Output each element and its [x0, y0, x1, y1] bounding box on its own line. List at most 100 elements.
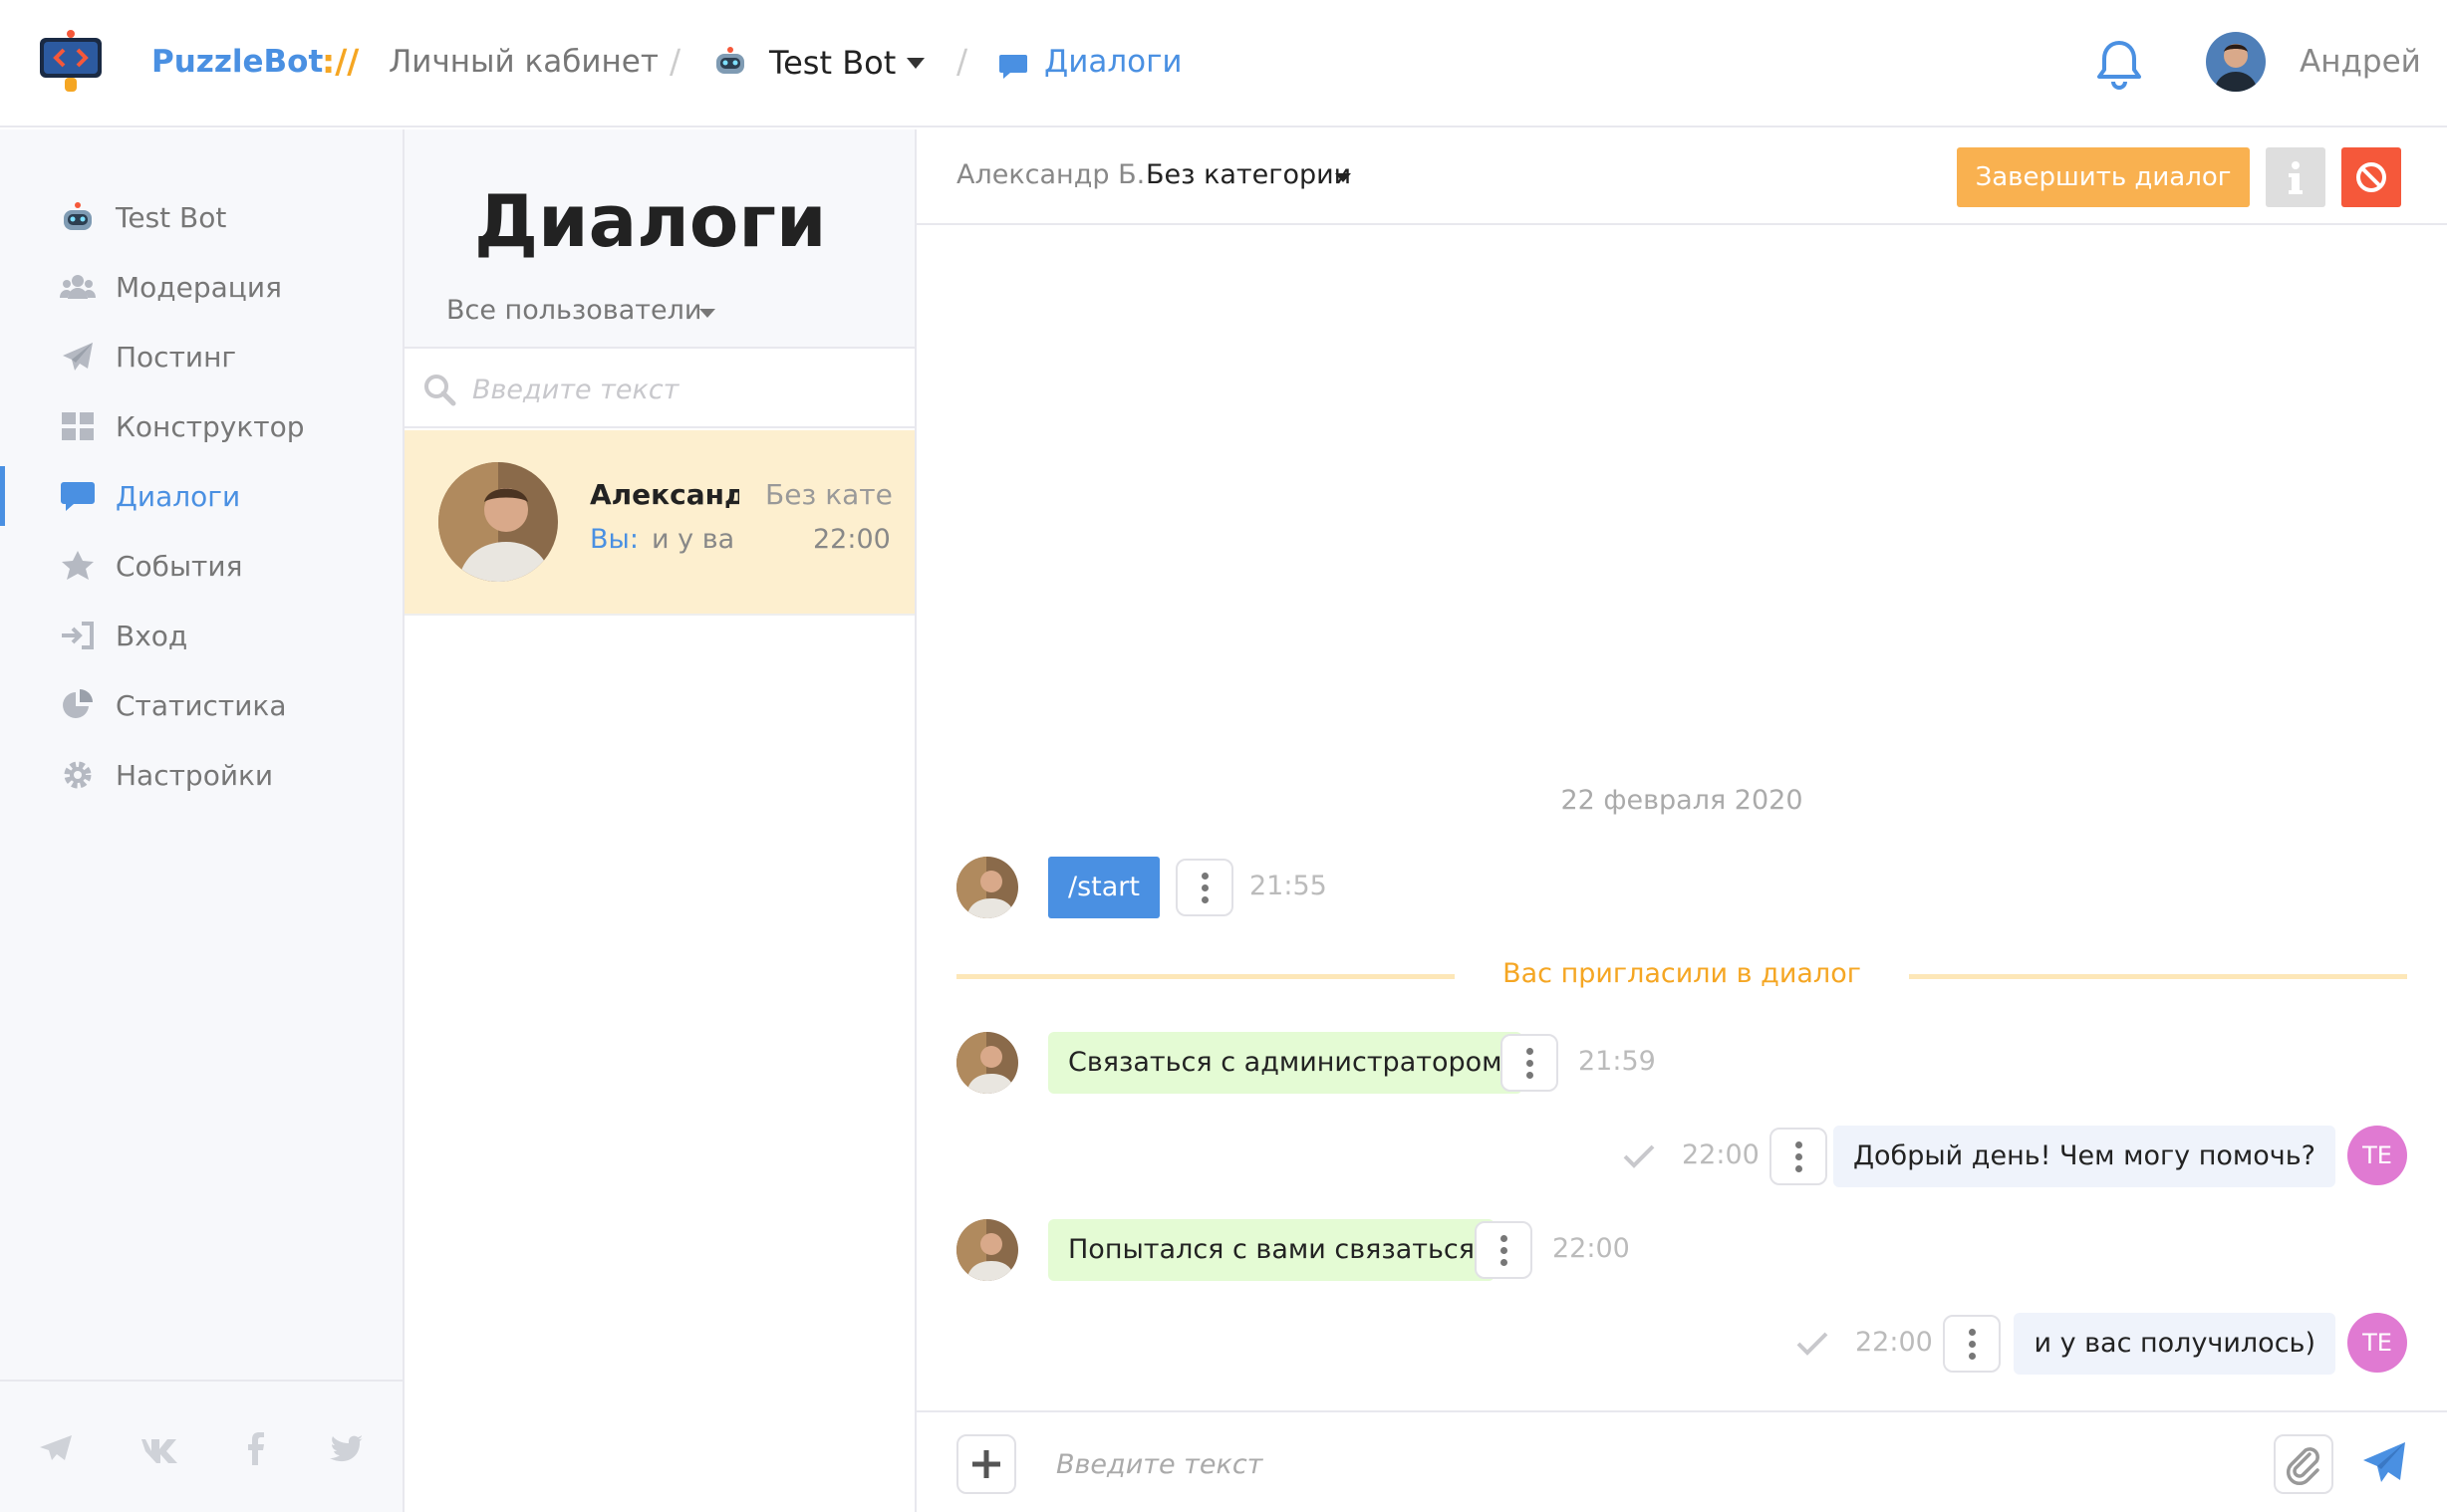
message-time: 21:55 — [1249, 871, 1327, 901]
avatar — [438, 462, 558, 582]
avatar — [956, 1032, 1018, 1094]
message-composer — [917, 1410, 2447, 1512]
message-bubble[interactable]: Связаться с администратором — [1048, 1032, 1522, 1094]
breadcrumb-slash: / — [956, 42, 968, 81]
dialog-list-header: Диалоги Все пользователи — [405, 129, 915, 349]
app-root: PuzzleBot :// Личный кабинет / Test Bot … — [0, 0, 2447, 1512]
message-time: 22:00 — [1552, 1233, 1630, 1264]
dialog-last-message: и у вас получилось) — [652, 524, 733, 555]
info-button[interactable] — [2266, 147, 2325, 207]
message-bubble[interactable]: /start — [1048, 857, 1160, 918]
paper-plane-icon — [63, 343, 93, 371]
breadcrumb-slash: / — [670, 42, 681, 81]
gear-icon — [64, 761, 92, 789]
robot-icon — [716, 47, 744, 74]
message-time: 22:00 — [1855, 1327, 1933, 1358]
top-header: PuzzleBot :// Личный кабинет / Test Bot … — [0, 0, 2447, 127]
sidebar-item-posting[interactable]: Постинг — [0, 327, 403, 386]
bell-icon[interactable] — [2094, 38, 2144, 92]
sign-in-icon — [62, 622, 94, 649]
user-filter-dropdown[interactable]: Все пользователи — [446, 295, 701, 326]
message-menu-button[interactable] — [1943, 1315, 2001, 1373]
chat-panel: Александр Б. Без категории Завершить диа… — [917, 129, 2447, 1512]
user-avatar[interactable] — [2206, 32, 2266, 92]
facebook-icon[interactable] — [245, 1431, 265, 1465]
telegram-icon[interactable] — [38, 1431, 74, 1465]
chat-icon — [999, 55, 1027, 79]
breadcrumb-cabinet[interactable]: Личный кабинет — [389, 44, 659, 80]
chevron-down-icon[interactable] — [1335, 173, 1351, 182]
dialog-user-name: Александр Б. — [590, 478, 739, 511]
message-menu-button[interactable] — [1769, 1128, 1827, 1185]
message-bubble[interactable]: Попытался с вами связаться — [1048, 1219, 1495, 1281]
operator-avatar: TE — [2347, 1126, 2407, 1185]
message-menu-button[interactable] — [1500, 1034, 1558, 1092]
sidebar-item-settings[interactable]: Настройки — [0, 745, 403, 805]
message-time: 21:59 — [1578, 1046, 1656, 1077]
message-time: 22:00 — [1682, 1139, 1760, 1170]
avatar — [956, 857, 1018, 918]
chevron-down-icon[interactable] — [699, 309, 715, 318]
message-bubble[interactable]: Добрый день! Чем могу помочь? — [1832, 1126, 2335, 1187]
brand-name[interactable]: PuzzleBot — [151, 44, 323, 80]
paperclip-icon — [2286, 1447, 2319, 1486]
sidebar-item-dialogs[interactable]: Диалоги — [0, 466, 403, 526]
check-icon — [1796, 1332, 1828, 1356]
send-icon[interactable] — [2359, 1438, 2409, 1488]
sidebar-item-label: Настройки — [116, 759, 274, 792]
plus-icon — [972, 1450, 1000, 1478]
category-dropdown[interactable]: Без категории — [1146, 159, 1351, 190]
pie-chart-icon — [63, 689, 93, 718]
twitter-icon[interactable] — [329, 1431, 365, 1465]
operator-avatar: TE — [2347, 1313, 2407, 1373]
message-menu-button[interactable] — [1475, 1221, 1532, 1279]
sidebar-item-label: Вход — [116, 620, 188, 652]
invite-notice: Вас пригласили в диалог — [1502, 958, 1861, 989]
star-icon — [62, 551, 94, 580]
add-button[interactable] — [956, 1434, 1016, 1494]
message-bubble[interactable]: и у вас получилось) — [2014, 1313, 2335, 1375]
message-input[interactable] — [1056, 1440, 2152, 1488]
bot-selector[interactable]: Test Bot — [769, 44, 896, 82]
dialog-category: Без категории — [765, 478, 893, 511]
sidebar-item-constructor[interactable]: Конструктор — [0, 396, 403, 456]
message-menu-button[interactable] — [1176, 859, 1233, 916]
sidebar-item-label: Диалоги — [116, 480, 241, 513]
breadcrumb-dialogs[interactable]: Диалоги — [1044, 44, 1183, 80]
vk-icon[interactable] — [136, 1431, 181, 1465]
date-separator: 22 февраля 2020 — [1560, 785, 1803, 816]
puzzlebot-logo-icon[interactable] — [38, 28, 104, 98]
attach-button[interactable] — [2274, 1434, 2333, 1494]
finish-dialog-button[interactable]: Завершить диалог — [1957, 147, 2250, 207]
chat-icon — [61, 482, 95, 511]
sidebar-item-statistics[interactable]: Статистика — [0, 675, 403, 735]
dialog-list-item[interactable]: Александр Б. Без категории Вы: и у вас п… — [405, 430, 915, 616]
sidebar-item-events[interactable]: События — [0, 536, 403, 596]
chat-header: Александр Б. Без категории Завершить диа… — [917, 129, 2447, 225]
avatar — [956, 1219, 1018, 1281]
dialog-list-panel: Диалоги Все пользователи Александр — [405, 129, 917, 1512]
sidebar-item-login[interactable]: Вход — [0, 606, 403, 665]
brand-separator: :// — [322, 42, 360, 81]
users-icon — [60, 275, 96, 299]
search-icon — [424, 375, 456, 406]
sidebar-item-label: Test Bot — [116, 201, 227, 234]
ban-icon — [2356, 162, 2386, 192]
dialog-you-label: Вы: — [590, 524, 639, 555]
info-icon — [2289, 161, 2303, 194]
user-name[interactable]: Андрей — [2300, 44, 2421, 80]
dialog-time: 22:00 — [813, 524, 891, 555]
search-input[interactable] — [472, 369, 891, 410]
sidebar-item-label: Статистика — [116, 689, 287, 722]
robot-icon — [64, 202, 92, 230]
chevron-down-icon[interactable] — [907, 58, 925, 69]
sidebar-item-label: Постинг — [116, 341, 237, 374]
block-user-button[interactable] — [2341, 147, 2401, 207]
sidebar-item-label: События — [116, 550, 243, 583]
sidebar-item-test-bot[interactable]: Test Bot — [0, 187, 403, 247]
sidebar-item-label: Модерация — [116, 271, 282, 304]
chat-user-name: Александр Б. — [956, 159, 1146, 190]
dialog-search — [405, 351, 915, 428]
sidebar-item-moderation[interactable]: Модерация — [0, 257, 403, 317]
sidebar-item-label: Конструктор — [116, 410, 305, 443]
